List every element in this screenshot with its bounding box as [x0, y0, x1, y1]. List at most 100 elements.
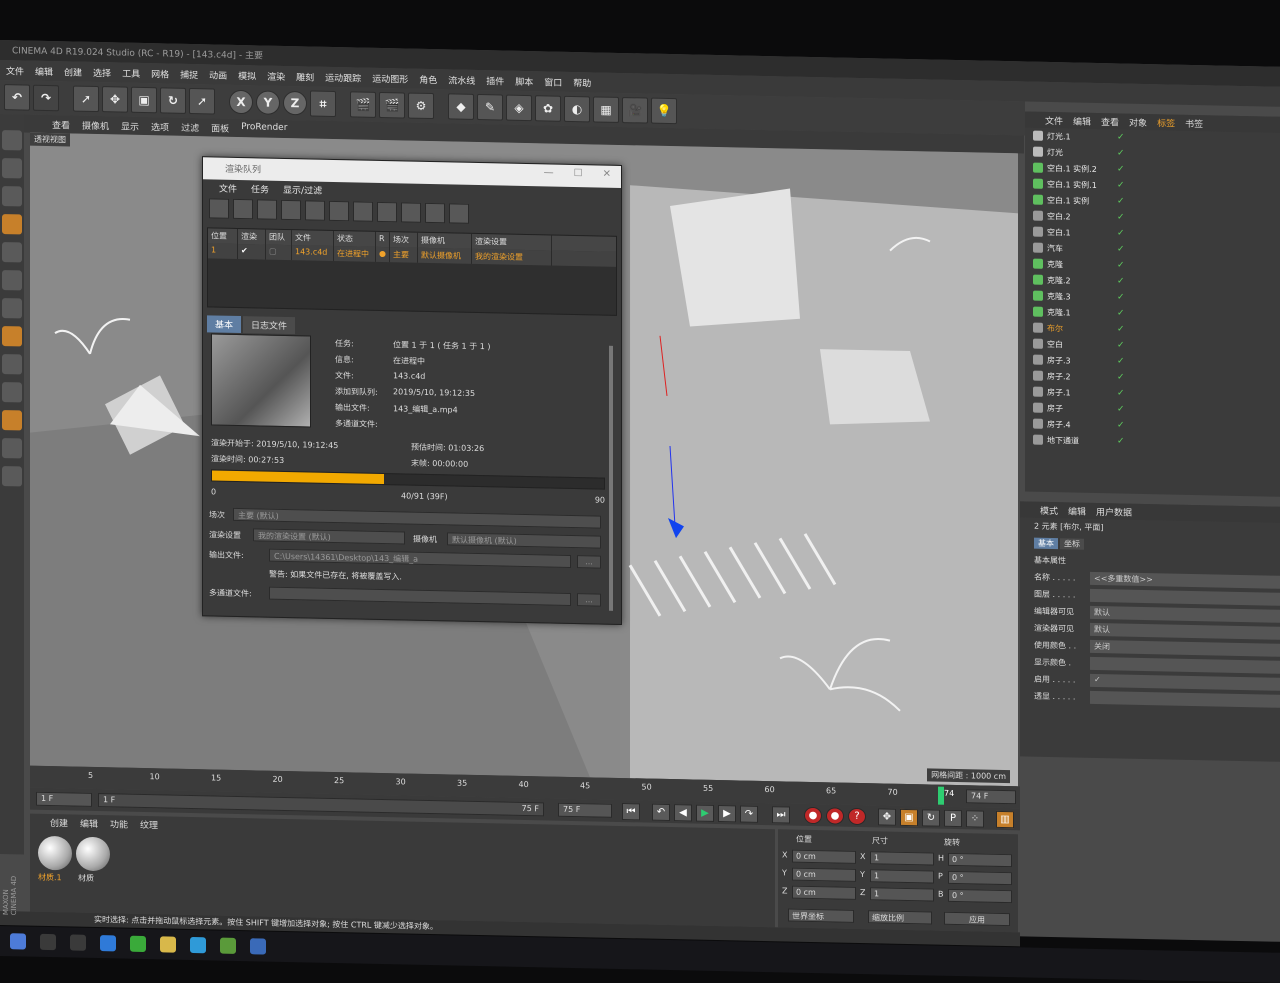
menu-item[interactable]: 捕捉 [180, 68, 198, 81]
new-job-icon[interactable] [233, 198, 253, 220]
make-editable-icon[interactable] [2, 130, 22, 151]
dialog-scrollbar[interactable] [609, 345, 613, 611]
visibility-check-icon[interactable]: ✓ [1117, 308, 1125, 318]
recent-tool-icon[interactable]: ➚ [189, 87, 215, 115]
viewport-menu-item[interactable]: 显示 [121, 120, 139, 133]
render-checkbox[interactable]: ✔ [238, 243, 266, 260]
size-field[interactable]: 1 [870, 869, 934, 884]
material-menu-item[interactable]: 创建 [50, 816, 68, 829]
object-menu-item[interactable]: 查看 [1101, 115, 1119, 128]
visibility-check-icon[interactable]: ✓ [1117, 356, 1125, 366]
planar-workplane-icon[interactable] [2, 466, 22, 487]
menu-item[interactable]: 动画 [209, 68, 227, 81]
col-header[interactable]: 状态 [334, 230, 376, 247]
attribute-value[interactable] [1090, 588, 1280, 606]
col-header[interactable]: 位置 [208, 228, 238, 244]
media-player-icon[interactable] [190, 936, 206, 954]
camera-dropdown[interactable]: 默认摄像机 (默认) [447, 532, 601, 549]
floor-icon[interactable]: ▦ [593, 96, 619, 123]
attribute-menu-item[interactable]: 用户数据 [1096, 505, 1132, 519]
dialog-menu-item[interactable]: 任务 [251, 182, 269, 195]
object-menu-item[interactable]: 编辑 [1073, 114, 1091, 127]
move-tool-icon[interactable]: ✥ [102, 86, 128, 113]
delete-job-icon[interactable] [329, 200, 349, 222]
material-swatch[interactable] [38, 835, 72, 871]
apply-button[interactable]: 应用 [944, 911, 1010, 927]
job-list-icon[interactable] [353, 201, 373, 222]
visibility-check-icon[interactable]: ✓ [1117, 148, 1125, 158]
rotate-key-icon[interactable]: ↻ [922, 809, 940, 827]
col-header[interactable]: 场次 [390, 232, 418, 248]
close-icon[interactable]: ✕ [603, 169, 611, 180]
scale-tool-icon[interactable]: ▣ [131, 86, 157, 114]
visibility-check-icon[interactable]: ✓ [1117, 372, 1125, 382]
polygons-mode-icon[interactable] [2, 298, 22, 319]
render-picture-viewer-icon[interactable]: 🎬 [379, 91, 405, 119]
rotate-tool-icon[interactable]: ↻ [160, 87, 186, 114]
visibility-check-icon[interactable]: ✓ [1117, 340, 1125, 350]
material-menu-item[interactable]: 编辑 [80, 817, 98, 830]
workplane-icon[interactable] [2, 214, 22, 235]
coord-scale-dropdown[interactable]: 缩放比例 [868, 910, 932, 925]
viewport-menu-item[interactable]: 选项 [151, 120, 169, 133]
menu-item[interactable]: 运动图形 [372, 72, 408, 86]
app-icon[interactable] [220, 937, 236, 954]
range-slider[interactable]: 1 F 75 F [98, 793, 544, 817]
dialog-menu-item[interactable]: 文件 [219, 182, 237, 195]
render-all-icon[interactable] [425, 202, 445, 224]
tab-basic[interactable]: 基本 [1034, 537, 1058, 550]
visibility-check-icon[interactable]: ✓ [1117, 388, 1125, 398]
viewport-menu-item[interactable]: 过滤 [181, 121, 199, 134]
render-settings-dropdown[interactable]: 我的渲染设置 (默认) [253, 528, 405, 545]
axis-mode-icon[interactable] [2, 326, 22, 347]
light-icon[interactable]: 💡 [651, 97, 677, 125]
visibility-check-icon[interactable]: ✓ [1117, 132, 1125, 142]
attribute-value[interactable]: 默认 [1090, 622, 1280, 640]
solo-icon[interactable] [2, 382, 22, 403]
position-field[interactable]: 0 cm [792, 849, 856, 864]
browse-output-button[interactable]: ... [577, 555, 601, 569]
material-swatch[interactable] [76, 836, 110, 872]
visibility-check-icon[interactable]: ✓ [1117, 324, 1125, 334]
menu-item[interactable]: 渲染 [267, 70, 285, 83]
menu-item[interactable]: 编辑 [35, 65, 53, 78]
visibility-check-icon[interactable]: ✓ [1117, 260, 1125, 270]
position-field[interactable]: 0 cm [792, 867, 856, 882]
open-file-icon[interactable] [209, 198, 229, 219]
rotation-field[interactable]: 0 ° [948, 888, 1012, 904]
team-checkbox[interactable]: ▢ [266, 244, 292, 261]
menu-item[interactable]: 工具 [122, 67, 140, 80]
menu-item[interactable]: 模拟 [238, 69, 256, 82]
windows-start-icon[interactable] [10, 933, 26, 950]
dialog-menu-item[interactable]: 显示/过滤 [283, 183, 322, 197]
coord-mode-dropdown[interactable]: 世界坐标 [788, 908, 854, 923]
object-menu-item[interactable]: 标签 [1157, 116, 1175, 129]
col-header[interactable]: R [376, 231, 390, 248]
menu-item[interactable]: 创建 [64, 65, 82, 78]
task-view-icon[interactable] [70, 934, 86, 951]
col-header[interactable]: 文件 [292, 230, 334, 246]
param-key-icon[interactable]: P [944, 809, 962, 828]
snap-icon[interactable] [2, 410, 22, 431]
menu-item[interactable]: 帮助 [573, 76, 591, 89]
rotation-field[interactable]: 0 ° [948, 852, 1012, 868]
menu-item[interactable]: 窗口 [544, 75, 562, 88]
visibility-check-icon[interactable]: ✓ [1117, 180, 1125, 190]
menu-item[interactable]: 角色 [419, 73, 437, 86]
take-dropdown[interactable]: 主要 (默认) [233, 507, 601, 529]
visibility-check-icon[interactable]: ✓ [1117, 212, 1125, 222]
undo-icon[interactable]: ↶ [4, 84, 30, 111]
lock-workplane-icon[interactable] [2, 438, 22, 459]
object-menu-item[interactable]: 文件 [1045, 114, 1063, 127]
attribute-value[interactable] [1090, 690, 1280, 708]
render-settings-icon[interactable] [305, 200, 325, 221]
redo-icon[interactable]: ↷ [33, 84, 59, 112]
y-axis-lock-button[interactable]: Y [256, 90, 280, 115]
cinema4d-taskbar-icon[interactable] [250, 938, 266, 955]
next-key-icon[interactable]: ↷ [740, 805, 758, 823]
visibility-check-icon[interactable]: ✓ [1117, 164, 1125, 174]
attribute-value[interactable]: 关闭 [1090, 639, 1280, 657]
object-menu-item[interactable]: 书签 [1185, 117, 1203, 130]
menu-item[interactable]: 选择 [93, 66, 111, 79]
stop-render-icon[interactable] [401, 202, 421, 223]
